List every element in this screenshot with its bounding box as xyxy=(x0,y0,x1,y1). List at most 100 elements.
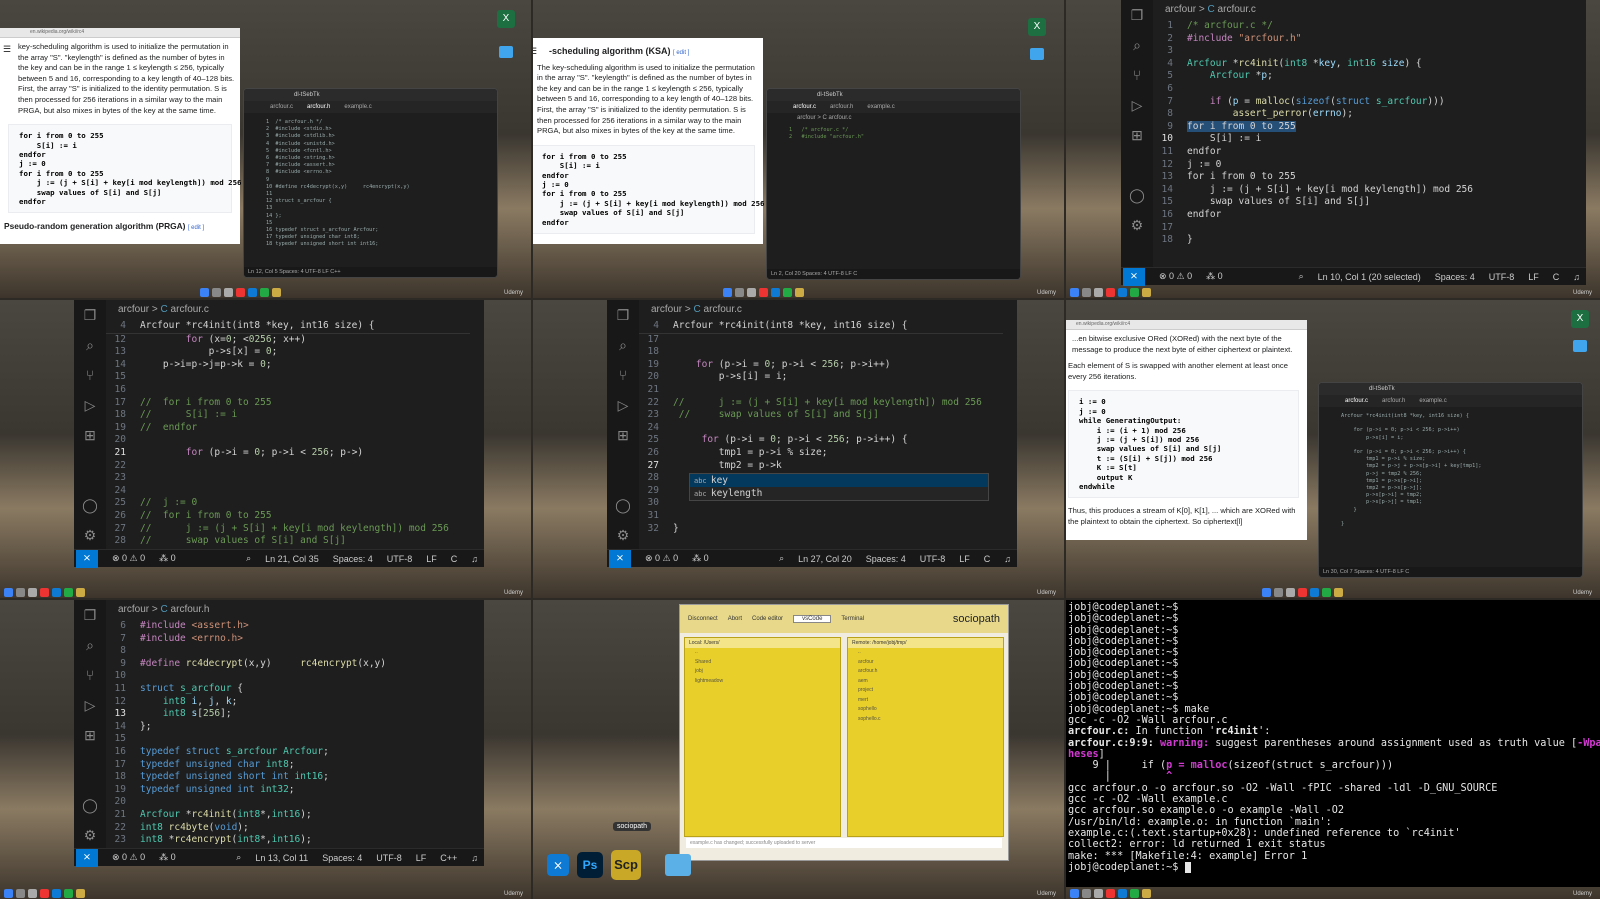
account-icon[interactable]: ◯ xyxy=(615,496,631,514)
mini-search[interactable]: dl-tSebTk xyxy=(294,92,320,98)
breadcrumb-folder[interactable]: arcfour xyxy=(118,304,149,315)
sticky-scroll-line[interactable]: Arcfour *rc4init(int8 *key, int16 size) … xyxy=(673,320,908,331)
remote-indicator-icon[interactable]: ⨯ xyxy=(1123,267,1145,286)
editor-select[interactable]: vsCode xyxy=(793,615,832,623)
folder-desktop-icon[interactable] xyxy=(1573,340,1587,352)
remote-item[interactable]: arcfour.h xyxy=(848,667,1003,677)
settings-gear-icon[interactable]: ⚙ xyxy=(617,526,630,544)
run-debug-icon[interactable]: ▷ xyxy=(85,396,96,414)
suggestion-item[interactable]: abc keylength xyxy=(690,487,988,500)
extensions-icon[interactable]: ⊞ xyxy=(617,426,629,444)
bell-icon[interactable]: ♫ xyxy=(1573,272,1586,282)
vscode-dock-icon[interactable]: ⨯ xyxy=(547,854,569,876)
mini-tab[interactable]: example.c xyxy=(867,104,894,110)
line-ending[interactable]: LF xyxy=(426,554,437,564)
remote-item[interactable]: arcfour xyxy=(848,658,1003,668)
breadcrumb-file[interactable]: arcfour.c xyxy=(171,304,209,315)
breadcrumb-file[interactable]: arcfour.h xyxy=(171,604,210,615)
remote-item[interactable]: .. xyxy=(848,648,1003,658)
abort-button[interactable]: Abort xyxy=(728,616,742,622)
local-item[interactable]: jobj xyxy=(685,667,840,677)
breadcrumb-file[interactable]: arcfour.c xyxy=(704,304,742,315)
bell-icon[interactable]: ♫ xyxy=(471,554,484,564)
search-icon[interactable]: ⌕ xyxy=(619,336,627,354)
problems-count[interactable]: ⊗ 0 ⚠ 0 xyxy=(645,553,678,564)
excel-desktop-icon[interactable]: X xyxy=(497,10,515,28)
extensions-icon[interactable]: ⊞ xyxy=(84,426,96,444)
breadcrumb-file[interactable]: arcfour.c xyxy=(1218,4,1256,15)
excel-desktop-icon[interactable]: X xyxy=(1028,18,1046,36)
mini-tab[interactable]: example.c xyxy=(1419,398,1446,404)
bell-icon[interactable]: ♫ xyxy=(471,853,484,863)
photoshop-dock-icon[interactable]: Ps xyxy=(577,852,603,878)
mini-tab[interactable]: arcfour.h xyxy=(830,104,853,110)
mini-search[interactable]: dl-tSebTk xyxy=(817,92,843,98)
mini-tab[interactable]: example.c xyxy=(344,104,371,110)
zoom-icon[interactable]: ⌕ xyxy=(779,553,784,564)
excel-desktop-icon[interactable]: X xyxy=(1571,310,1589,328)
code-editor[interactable]: 4 Arcfour *rc4init(int8 *key, int16 size)… xyxy=(639,320,1003,547)
extensions-icon[interactable]: ⊞ xyxy=(84,726,96,744)
run-debug-icon[interactable]: ▷ xyxy=(85,696,96,714)
breadcrumb-folder[interactable]: arcfour xyxy=(651,304,682,315)
mini-search[interactable]: dl-tSebTk xyxy=(1369,386,1395,392)
mini-tab[interactable]: arcfour.h xyxy=(1382,398,1405,404)
source-control-icon[interactable]: ⑂ xyxy=(86,366,94,384)
remote-item[interactable]: project xyxy=(848,686,1003,696)
encoding[interactable]: UTF-8 xyxy=(1489,272,1515,282)
remote-item[interactable]: sophello xyxy=(848,705,1003,715)
search-icon[interactable]: ⌕ xyxy=(1133,36,1141,54)
settings-gear-icon[interactable]: ⚙ xyxy=(84,526,97,544)
bell-icon[interactable]: ♫ xyxy=(1004,554,1017,564)
zoom-icon[interactable]: ⌕ xyxy=(236,852,241,863)
ports-count[interactable]: ⁂ 0 xyxy=(1206,271,1223,282)
terminal[interactable]: jobj@codeplanet:~$ jobj@codeplanet:~$ jobj… xyxy=(1066,600,1600,887)
explorer-icon[interactable]: ❐ xyxy=(84,606,97,624)
line-ending[interactable]: LF xyxy=(1528,272,1539,282)
breadcrumb-folder[interactable]: arcfour xyxy=(118,604,149,615)
encoding[interactable]: UTF-8 xyxy=(387,554,413,564)
breadcrumb-folder[interactable]: arcfour xyxy=(1165,4,1196,15)
language-mode[interactable]: C xyxy=(451,554,458,564)
folder-desktop-icon[interactable] xyxy=(499,46,513,58)
mini-tab-active[interactable]: arcfour.c xyxy=(1345,398,1368,404)
remote-item[interactable]: sophello.c xyxy=(848,715,1003,725)
line-ending[interactable]: LF xyxy=(959,554,970,564)
remote-item[interactable]: aem xyxy=(848,677,1003,687)
code-editor[interactable]: 4 Arcfour *rc4init(int8 *key, int16 size)… xyxy=(106,320,470,547)
indentation[interactable]: Spaces: 4 xyxy=(322,853,362,863)
code-editor[interactable]: 6 #include <assert.h> 7 #include <errno.h> 8… xyxy=(106,620,470,846)
suggestion-item-selected[interactable]: abc key xyxy=(690,474,988,487)
explorer-icon[interactable]: ❐ xyxy=(84,306,97,324)
ports-count[interactable]: ⁂ 0 xyxy=(692,553,709,564)
edit-link[interactable]: [ edit ] xyxy=(673,50,689,56)
terminal-button[interactable]: Terminal xyxy=(841,616,864,622)
remote-indicator-icon[interactable]: ⨯ xyxy=(609,549,631,568)
sticky-scroll-line[interactable]: Arcfour *rc4init(int8 *key, int16 size) … xyxy=(140,320,375,331)
local-item[interactable]: Shared xyxy=(685,658,840,668)
encoding[interactable]: UTF-8 xyxy=(376,853,402,863)
remote-indicator-icon[interactable]: ⨯ xyxy=(76,549,98,568)
disconnect-button[interactable]: Disconnect xyxy=(688,616,718,622)
language-mode[interactable]: C xyxy=(1553,272,1560,282)
explorer-icon[interactable]: ❐ xyxy=(617,306,630,324)
cursor-position[interactable]: Ln 21, Col 35 xyxy=(265,554,319,564)
edit-link[interactable]: [ edit ] xyxy=(188,225,204,231)
ports-count[interactable]: ⁂ 0 xyxy=(159,852,176,863)
settings-gear-icon[interactable]: ⚙ xyxy=(84,826,97,844)
source-control-icon[interactable]: ⑂ xyxy=(1133,66,1141,84)
mini-tab[interactable]: arcfour.c xyxy=(270,104,293,110)
run-debug-icon[interactable]: ▷ xyxy=(618,396,629,414)
local-item[interactable]: lightmeadow xyxy=(685,677,840,687)
finder-dock-icon[interactable] xyxy=(665,854,691,876)
problems-count[interactable]: ⊗ 0 ⚠ 0 xyxy=(1159,271,1192,282)
language-mode[interactable]: C xyxy=(984,554,991,564)
cursor-position[interactable]: Ln 10, Col 1 (20 selected) xyxy=(1318,272,1421,282)
sociopath-dock-icon[interactable]: Scp xyxy=(611,850,641,880)
source-control-icon[interactable]: ⑂ xyxy=(619,366,627,384)
problems-count[interactable]: ⊗ 0 ⚠ 0 xyxy=(112,852,145,863)
search-icon[interactable]: ⌕ xyxy=(86,336,94,354)
problems-count[interactable]: ⊗ 0 ⚠ 0 xyxy=(112,553,145,564)
account-icon[interactable]: ◯ xyxy=(82,796,98,814)
mini-tab-active[interactable]: arcfour.h xyxy=(307,104,330,110)
